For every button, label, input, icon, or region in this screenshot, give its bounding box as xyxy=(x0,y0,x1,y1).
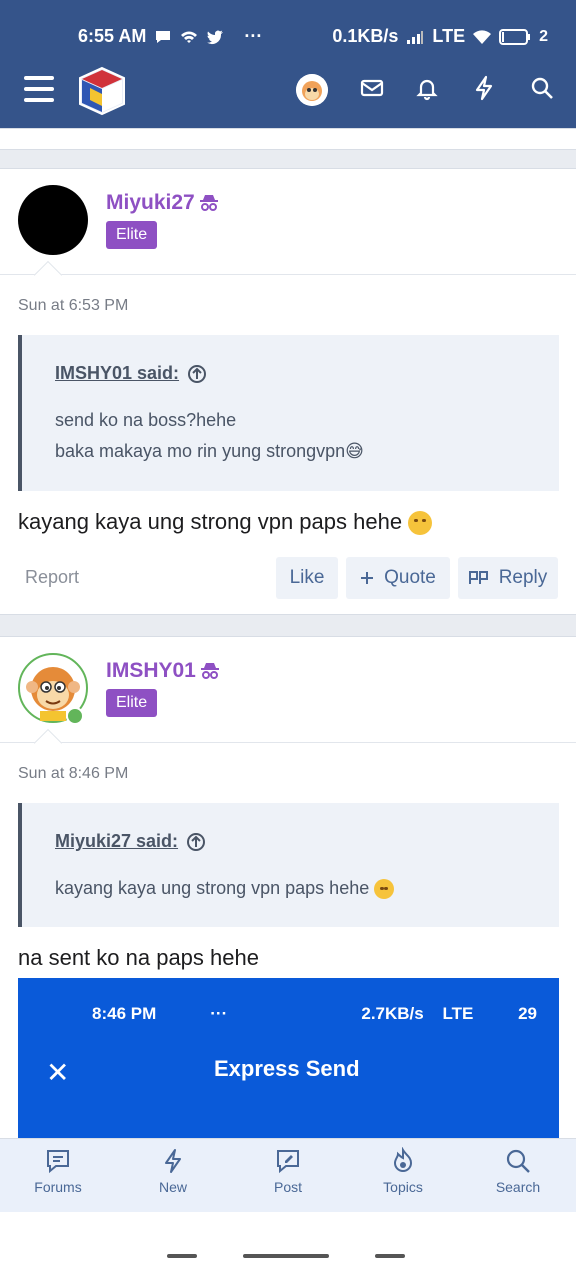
arrow-pointer xyxy=(33,728,63,758)
username[interactable]: IMSHY01 xyxy=(106,659,220,683)
compose-icon xyxy=(277,1150,299,1174)
recents-gesture[interactable] xyxy=(375,1254,405,1258)
app-header: 6:55 AM ··· 0.1KB/s LTE 2 xyxy=(0,0,576,128)
network-type: LTE xyxy=(432,26,466,46)
plus-icon xyxy=(361,572,374,584)
reply-button[interactable]: Reply xyxy=(458,557,558,599)
search-icon xyxy=(506,1149,530,1173)
status-more: ··· xyxy=(244,26,263,46)
user-avatar[interactable] xyxy=(296,74,328,106)
status-time: 6:55 AM xyxy=(78,26,147,46)
tab-new[interactable]: New xyxy=(123,1145,223,1207)
signal-icon xyxy=(407,30,424,44)
attachment-title: Express Send xyxy=(214,1056,360,1081)
post-message: kayang kaya ung strong vpn paps hehe xyxy=(18,509,433,536)
smile-emoji-icon xyxy=(374,879,395,900)
bell-icon[interactable] xyxy=(413,74,441,102)
arrow-up-circle-icon[interactable] xyxy=(186,832,206,852)
top-nav xyxy=(0,66,576,118)
back-gesture[interactable] xyxy=(167,1254,197,1258)
quote-line: kayang kaya ung strong vpn paps hehe xyxy=(55,873,395,904)
status-bar: 6:55 AM ··· 0.1KB/s LTE 2 xyxy=(0,22,576,54)
chat-icon xyxy=(156,30,171,43)
post-user-row: IMSHY01 Elite xyxy=(0,637,576,758)
wifi-icon xyxy=(473,29,492,44)
post-card: IMSHY01 Elite Sun at 8:46 PM Miyuki27 sa… xyxy=(0,636,576,1138)
post-timestamp[interactable]: Sun at 6:53 PM xyxy=(18,297,128,315)
net-speed: 0.1KB/s xyxy=(332,26,399,46)
online-status-icon xyxy=(66,707,84,725)
smile-emoji-icon xyxy=(408,511,433,536)
quote-button[interactable]: Quote xyxy=(346,557,450,599)
home-gesture[interactable] xyxy=(243,1254,329,1258)
tab-topics[interactable]: Topics xyxy=(353,1145,453,1207)
attachment-status-left: 8:46 PM ··· xyxy=(92,1004,228,1023)
quote-author[interactable]: IMSHY01 said: xyxy=(55,363,207,384)
bolt-icon[interactable] xyxy=(470,74,498,102)
incognito-icon xyxy=(199,195,218,211)
avatar[interactable] xyxy=(18,185,88,255)
post-message: na sent ko na paps hehe xyxy=(18,945,259,970)
incognito-icon xyxy=(200,663,219,679)
post-user-row: Miyuki27 Elite xyxy=(0,169,576,290)
bottom-tab-bar: Forums New Post Topics Search xyxy=(0,1138,576,1212)
arrow-up-circle-icon[interactable] xyxy=(187,364,207,384)
arrow-pointer xyxy=(33,260,63,290)
quote-line: baka makaya mo rin yung strongvpn😅 xyxy=(55,441,364,461)
thread-content: Miyuki27 Elite Sun at 6:53 PM IMSHY01 sa… xyxy=(0,128,576,1138)
previous-post-end xyxy=(0,128,576,150)
battery-icon xyxy=(499,28,531,45)
battery-level: 2 xyxy=(539,27,548,45)
tab-search[interactable]: Search xyxy=(468,1145,568,1207)
fire-icon xyxy=(393,1147,413,1172)
inbox-icon[interactable] xyxy=(358,74,386,102)
quote-line: send ko na boss?hehe xyxy=(55,410,237,430)
wifi-status-icon xyxy=(181,31,198,43)
quote-block: IMSHY01 said: send ko na boss?hehe baka … xyxy=(18,335,559,491)
report-link[interactable]: Report xyxy=(25,567,79,588)
attached-image[interactable]: 8:46 PM ··· 2.7KB/s LTE 29 ✕ Express Sen… xyxy=(18,978,559,1138)
attachment-status-right: 2.7KB/s LTE 29 xyxy=(361,1004,537,1023)
bolt-icon xyxy=(165,1149,181,1173)
post-actions: Report Like Quote Reply xyxy=(0,557,576,601)
rank-badge: Elite xyxy=(106,221,158,249)
close-icon: ✕ xyxy=(46,1057,70,1088)
quote-block: Miyuki27 said: kayang kaya ung strong vp… xyxy=(18,803,559,927)
menu-icon[interactable] xyxy=(24,76,54,102)
post-timestamp[interactable]: Sun at 8:46 PM xyxy=(18,765,128,783)
forums-icon xyxy=(47,1150,69,1174)
tab-post[interactable]: Post xyxy=(238,1145,338,1207)
search-icon[interactable] xyxy=(528,74,556,102)
post-card: Miyuki27 Elite Sun at 6:53 PM IMSHY01 sa… xyxy=(0,168,576,615)
system-nav-bar xyxy=(0,1212,576,1280)
twitter-icon xyxy=(207,30,224,44)
like-button[interactable]: Like xyxy=(276,557,338,599)
tab-forums[interactable]: Forums xyxy=(8,1145,108,1207)
rank-badge: Elite xyxy=(106,689,158,717)
site-logo[interactable] xyxy=(78,66,126,116)
quote-author[interactable]: Miyuki27 said: xyxy=(55,831,206,852)
reply-quote-icon xyxy=(468,571,488,584)
username[interactable]: Miyuki27 xyxy=(106,191,219,215)
